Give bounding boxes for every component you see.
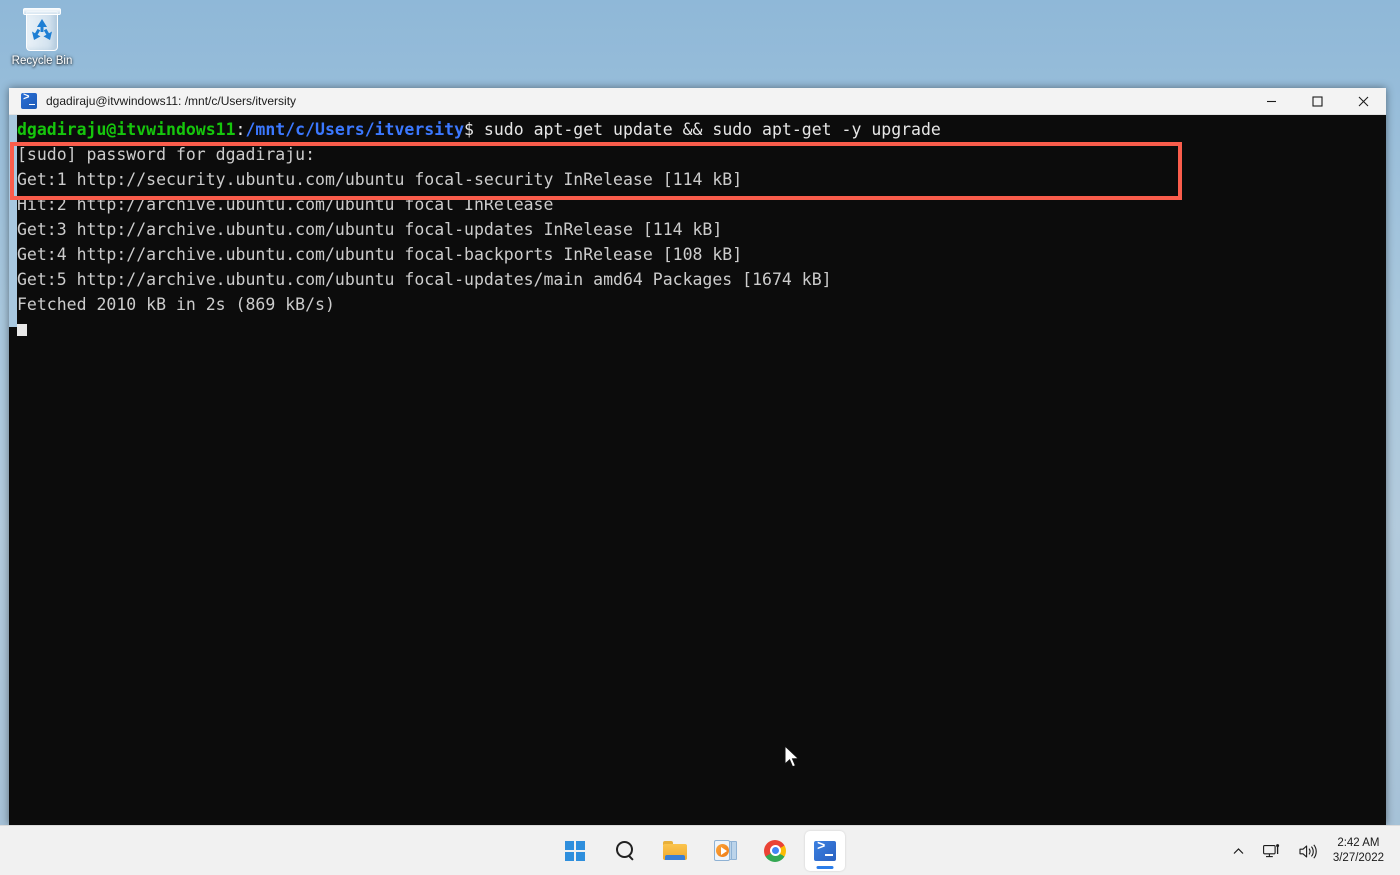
maximize-button[interactable] — [1294, 88, 1340, 115]
clock-date: 3/27/2022 — [1332, 852, 1384, 864]
taskbar: 2:42 AM 3/27/2022 — [0, 825, 1400, 875]
scrollbar-thumb[interactable] — [9, 115, 17, 327]
chevron-up-icon — [1233, 847, 1244, 854]
clock[interactable]: 2:42 AM 3/27/2022 — [1329, 836, 1392, 866]
prompt-user-host: dgadiraju@itvwindows11 — [17, 120, 236, 139]
folder-icon — [663, 840, 687, 861]
terminal-scrollbar[interactable] — [9, 115, 17, 825]
recycle-arrows-icon — [32, 19, 52, 40]
windows-start-icon — [565, 840, 585, 861]
system-tray: 2:42 AM 3/27/2022 — [1226, 826, 1392, 875]
taskbar-app-list — [555, 830, 845, 871]
terminal-output: dgadiraju@itvwindows11:/mnt/c/Users/itve… — [17, 115, 1386, 342]
recycle-bin-label: Recycle Bin — [11, 55, 73, 67]
close-button[interactable] — [1340, 88, 1386, 115]
mouse-pointer-icon — [784, 745, 800, 768]
chrome-icon — [764, 839, 786, 862]
media-player-button[interactable] — [705, 831, 745, 871]
terminal-button[interactable] — [805, 830, 845, 871]
window-title-bar[interactable]: dgadiraju@itvwindows11: /mnt/c/Users/itv… — [9, 88, 1386, 115]
start-button[interactable] — [555, 831, 595, 871]
desktop: Recycle Bin dgadiraju@itvwindows11: /mnt… — [0, 0, 1400, 875]
wsl-terminal-icon — [21, 92, 37, 109]
window-title: dgadiraju@itvwindows11: /mnt/c/Users/itv… — [46, 94, 297, 108]
clock-time: 2:42 AM — [1337, 837, 1380, 849]
network-icon — [1262, 843, 1279, 857]
prompt-path: /mnt/c/Users/itversity — [245, 120, 465, 139]
chrome-button[interactable] — [755, 831, 795, 871]
terminal-window: dgadiraju@itvwindows11: /mnt/c/Users/itv… — [9, 88, 1386, 825]
file-explorer-button[interactable] — [655, 831, 695, 871]
network-button[interactable] — [1257, 832, 1287, 870]
terminal-command: sudo apt-get update && sudo apt-get -y u… — [473, 120, 941, 139]
recycle-bin-glyph — [22, 6, 62, 52]
search-button[interactable] — [605, 831, 645, 871]
terminal-line: Get:5 http://archive.ubuntu.com/ubuntu f… — [17, 270, 832, 289]
prompt-separator: : — [235, 120, 246, 139]
terminal-line: [sudo] password for dgadiraju: — [17, 145, 316, 164]
terminal-icon — [814, 839, 836, 861]
terminal-line: Get:1 http://security.ubuntu.com/ubuntu … — [17, 170, 743, 189]
terminal-line: Get:3 http://archive.ubuntu.com/ubuntu f… — [17, 220, 723, 239]
show-hidden-icons-button[interactable] — [1226, 832, 1251, 870]
terminal-body[interactable]: dgadiraju@itvwindows11:/mnt/c/Users/itve… — [9, 115, 1386, 825]
terminal-line: Hit:2 http://archive.ubuntu.com/ubuntu f… — [17, 195, 554, 214]
terminal-line: Get:4 http://archive.ubuntu.com/ubuntu f… — [17, 245, 743, 264]
minimize-button[interactable] — [1248, 88, 1294, 115]
terminal-line: Fetched 2010 kB in 2s (869 kB/s) — [17, 295, 335, 314]
window-controls — [1248, 88, 1386, 115]
media-player-icon — [713, 840, 737, 861]
volume-icon — [1299, 843, 1317, 859]
volume-button[interactable] — [1293, 832, 1323, 870]
terminal-cursor — [17, 324, 27, 336]
prompt-symbol: $ — [464, 120, 474, 139]
recycle-bin-icon[interactable]: Recycle Bin — [6, 6, 78, 68]
search-icon — [614, 840, 636, 862]
